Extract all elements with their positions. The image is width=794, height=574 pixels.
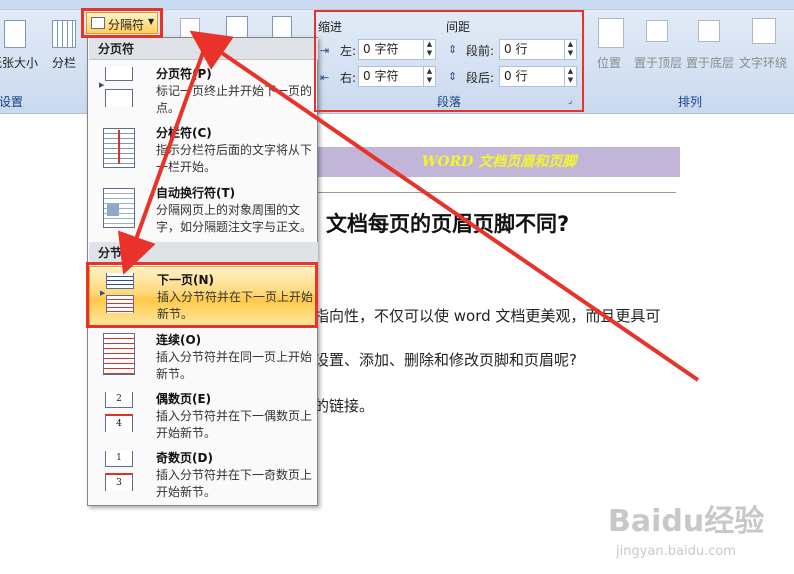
paper-size-icon xyxy=(4,20,26,48)
bring-to-front-label: 置于顶层 xyxy=(634,56,683,70)
menu-item-title: 连续(O) xyxy=(156,333,202,347)
menu-item-title: 偶数页(E) xyxy=(156,392,212,406)
paragraph-1[interactable]: 指向性，不仅可以使 word 文档更美观，而且更具可 xyxy=(314,305,660,326)
menu-item-even-page[interactable]: 2 4 偶数页(E) 插入分节符并在下一偶数页上开始新节。 xyxy=(89,386,318,444)
paragraph-3[interactable]: 的链接。 xyxy=(314,395,374,416)
page-setup-group-label: 设置 xyxy=(0,95,23,109)
menu-item-continuous[interactable]: 连续(O) 插入分节符并在同一页上开始新节。 xyxy=(89,327,318,385)
page-color-icon[interactable] xyxy=(226,16,248,38)
menu-item-title: 自动换行符(T) xyxy=(156,186,236,200)
continuous-icon xyxy=(99,333,137,375)
bring-to-front-icon xyxy=(646,20,668,42)
menu-item-title: 分栏符(C) xyxy=(156,126,212,140)
position-icon xyxy=(598,18,624,48)
word-window: 纸张大小 分栏 设置 分隔符 ▼ 缩进 ⇥ 左: 0 字符 ▲▼ ⇤ 右: 0 … xyxy=(0,0,794,574)
even-page-icon: 2 4 xyxy=(99,392,137,432)
paragraph-2[interactable]: 设置、添加、删除和修改页脚和页眉呢? xyxy=(314,349,577,370)
document-title[interactable]: 文档每页的页眉页脚不同? xyxy=(326,208,569,238)
menu-item-desc: 标记一页终止并开始下一页的点。 xyxy=(156,84,313,115)
columns-button[interactable]: 分栏 xyxy=(46,14,80,92)
arrange-group-label: 排列 xyxy=(677,95,702,109)
menu-item-desc: 指示分栏符后面的文字将从下一栏开始。 xyxy=(156,143,313,174)
menu-item-column-break[interactable]: 分栏符(C) 指示分栏符后面的文字将从下一栏开始。 xyxy=(89,120,318,178)
paper-size-label: 纸张大小 xyxy=(0,56,39,70)
menu-item-text-wrapping-break[interactable]: 自动换行符(T) 分隔网页上的对象周围的文字，如分隔题注文字与正文。 xyxy=(89,180,318,240)
position-label: 位置 xyxy=(597,56,622,70)
watermark-brand: Baidu经验 xyxy=(608,504,765,539)
paper-size-button[interactable]: 纸张大小 xyxy=(0,14,42,92)
menu-item-title: 奇数页(D) xyxy=(156,451,213,465)
menu-item-page-break[interactable]: ▶ 分页符(P) 标记一页终止并开始下一页的点。 xyxy=(89,61,318,119)
page-break-icon: ▶ xyxy=(99,67,137,107)
menu-item-odd-page[interactable]: 1 3 奇数页(D) 插入分节符并在下一奇数页上开始新节。 xyxy=(89,445,318,505)
column-break-icon xyxy=(99,126,137,168)
menu-item-desc: 插入分节符并在下一奇数页上开始新节。 xyxy=(156,468,313,499)
odd-page-icon: 1 3 xyxy=(99,451,137,491)
send-to-back-label: 置于底层 xyxy=(686,56,735,70)
section-breaks-section-header: 分节符 xyxy=(89,242,318,264)
header-text[interactable]: WORD 文档页眉和页脚 xyxy=(318,147,680,177)
text-wrapping-break-icon xyxy=(99,186,137,228)
menu-item-title: 分页符(P) xyxy=(156,67,212,81)
menu-item-desc: 插入分节符并在下一偶数页上开始新节。 xyxy=(156,409,313,440)
columns-icon xyxy=(52,20,76,48)
send-to-back-button[interactable]: 置于底层 xyxy=(684,14,736,74)
text-wrap-label: 文字环绕 xyxy=(739,56,788,70)
columns-label: 分栏 xyxy=(52,56,77,70)
menu-item-desc: 分隔网页上的对象周围的文字，如分隔题注文字与正文。 xyxy=(156,203,313,234)
text-wrap-button[interactable]: 文字环绕 xyxy=(738,14,794,74)
menu-item-desc: 插入分节符并在同一页上开始新节。 xyxy=(156,350,313,381)
header-rule xyxy=(318,192,676,193)
watermark-url: jingyan.baidu.com xyxy=(616,544,736,559)
bring-to-front-button[interactable]: 置于顶层 xyxy=(632,14,684,74)
page-breaks-section-header: 分页符 xyxy=(89,38,318,60)
watermark-icon[interactable] xyxy=(180,18,200,38)
position-button[interactable]: 位置 xyxy=(592,14,628,74)
send-to-back-icon xyxy=(698,20,720,42)
annotation-box-breaks-button xyxy=(81,8,163,38)
annotation-box-next-page xyxy=(86,262,318,328)
text-wrap-icon xyxy=(752,18,776,44)
annotation-box-paragraph-group xyxy=(314,10,584,112)
